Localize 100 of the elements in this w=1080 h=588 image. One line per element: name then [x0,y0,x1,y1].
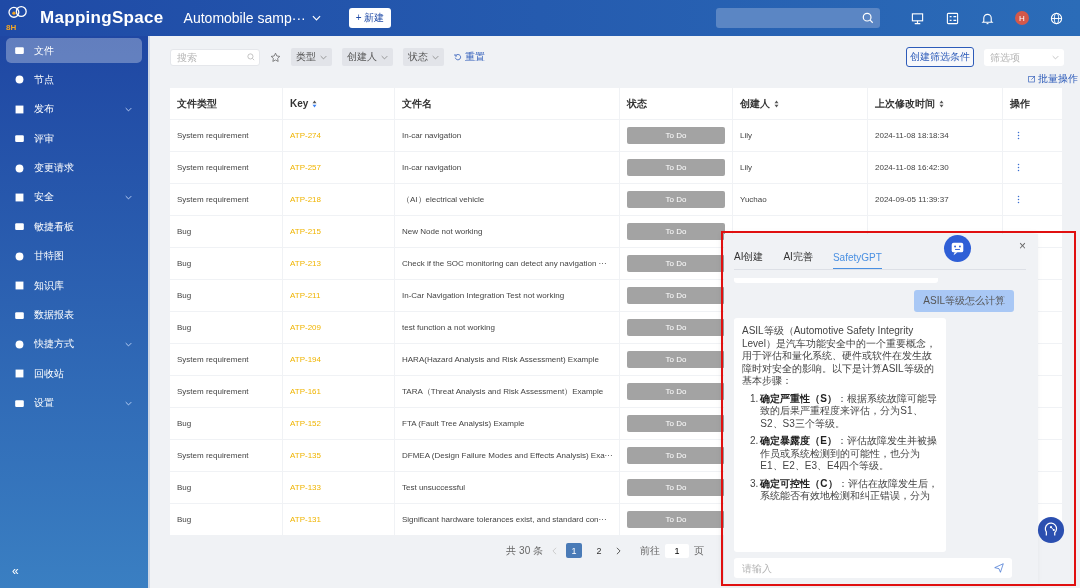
status-badge[interactable]: To Do [627,511,725,528]
status-badge[interactable]: To Do [627,479,725,496]
status-badge[interactable]: To Do [627,127,725,144]
status-badge[interactable]: To Do [627,191,725,208]
filter-select[interactable]: 筛选项 [984,48,1064,66]
goto-label: 前往 [640,543,660,558]
collapse-button[interactable]: « [12,564,19,578]
page-input[interactable]: 1 [665,543,689,558]
menu-item-icon [14,250,25,262]
status-badge[interactable]: To Do [627,383,725,400]
step-number: 2. [750,435,759,448]
table-cell: Check if the SOC monitoring can detect any navigation ··· [402,259,607,268]
status-badge[interactable]: To Do [627,223,725,240]
chat-tab[interactable]: AI创建 [734,250,764,269]
table-cell: Bug [177,483,192,492]
table-cell: HARA(Hazard Analysis and Risk Assessment) Example [402,355,599,364]
step-number: 1. [750,392,759,406]
sort-icon[interactable] [312,99,318,108]
chat-tab[interactable]: AI完善 [783,250,813,269]
table-cell: Bug [177,515,192,524]
status-badge[interactable]: To Do [627,351,725,368]
globe-icon[interactable] [1050,11,1063,25]
bell-icon[interactable] [981,11,994,25]
menu-item-icon [14,74,25,86]
status-badge[interactable]: To Do [627,287,725,304]
menu-item-icon [14,133,25,145]
sidebar-item[interactable]: 快捷方式 [6,331,142,357]
sidebar-item[interactable]: 敏捷看板 [6,214,142,240]
chevron-icon [125,341,132,347]
sidebar-item[interactable]: 安全 [6,184,142,210]
sidebar-item[interactable]: 文件 [6,38,142,63]
status-badge[interactable]: To Do [627,319,725,336]
column-header: Key [290,98,309,109]
reset-button[interactable]: 重置 [454,50,485,64]
sidebar-item[interactable]: 知识库 [6,273,142,299]
page-button[interactable]: 1 [566,543,582,558]
status-badge[interactable]: To Do [627,415,725,432]
new-button[interactable]: + 新建 [348,8,392,28]
table-cell: Yuchao [740,195,767,204]
menu-item-icon [14,397,25,409]
table-cell: Bug [177,291,192,300]
table-cell: Bug [177,323,192,332]
column-header: 状态 [627,96,647,111]
logo-mark: 8H [6,22,17,32]
column-header: 操作 [1010,96,1030,111]
filter-dropdown[interactable]: 类型 [291,48,332,66]
status-badge[interactable]: To Do [627,447,725,464]
search-field[interactable]: 搜索 [170,48,260,66]
star-icon[interactable] [270,51,281,63]
chevron-icon [125,106,132,112]
status-badge[interactable]: To Do [627,159,725,176]
sidebar-item[interactable]: 节点 [6,67,142,93]
status-badge[interactable]: To Do [627,255,725,272]
reset-icon[interactable] [454,53,462,61]
chat-input[interactable]: 请输入 [734,558,1012,578]
close-button[interactable]: × [1019,239,1026,253]
sidebar-item[interactable]: 发布 [6,96,142,122]
sort-icon[interactable] [939,99,944,108]
step-number: 3. [750,477,759,491]
create-filter-button[interactable]: 创建筛选条件 [906,47,974,67]
table-cell: System requirement [177,163,249,172]
table-cell: FTA (Fault Tree Analysis) Example [402,419,525,428]
table-cell: 2024-11-08 16:42:30 [875,163,949,172]
column-header: 文件名 [402,96,432,111]
table-cell: （AI）electrical vehicle [402,194,485,205]
sidebar-item[interactable]: 设置 [6,390,142,416]
table-cell: test function a not working [402,323,495,332]
column-header: 文件类型 [177,96,217,111]
sort-icon[interactable] [774,99,779,108]
chatbot-icon[interactable] [943,234,972,263]
chat-tab[interactable]: SafetyGPT [832,250,882,269]
sidebar-item[interactable]: 数据报表 [6,302,142,328]
next-page-icon[interactable] [616,546,621,555]
sidebar-item[interactable]: 甘特图 [6,243,142,269]
table-cell: Lily [740,163,752,172]
table-cell: Test unsuccessful [402,483,466,492]
filter-dropdown[interactable]: 创建人 [342,48,393,66]
project-selector[interactable]: Automobile samp··· [183,10,321,26]
table-cell: System requirement [177,355,249,364]
filter-dropdown[interactable]: 状态 [403,48,444,66]
search-icon[interactable] [862,12,874,24]
user-avatar[interactable]: H [1015,11,1029,25]
table-cell: 2024-09-05 11:39:37 [875,195,949,204]
column-header: 上次修改时间 [875,96,935,111]
page-button[interactable]: 2 [591,543,607,558]
chevron-icon [125,400,132,406]
sidebar-item[interactable]: 评审 [6,126,142,152]
batch-action-link[interactable]: 批量操作 [1028,72,1078,86]
edit-icon[interactable] [1028,75,1036,83]
sidebar-item[interactable]: 变更请求 [6,155,142,181]
sidebar-item[interactable]: 回收站 [6,361,142,387]
assistant-fab-icon[interactable] [1037,516,1065,544]
menu-item-icon [14,368,25,380]
column-header: 创建人 [740,96,770,111]
send-icon[interactable] [994,563,1004,573]
checklist-icon[interactable] [946,11,959,25]
monitor-icon[interactable] [911,11,924,25]
menu-item-icon [14,162,25,174]
table-cell: Bug [177,419,192,428]
search-field[interactable] [716,8,880,28]
